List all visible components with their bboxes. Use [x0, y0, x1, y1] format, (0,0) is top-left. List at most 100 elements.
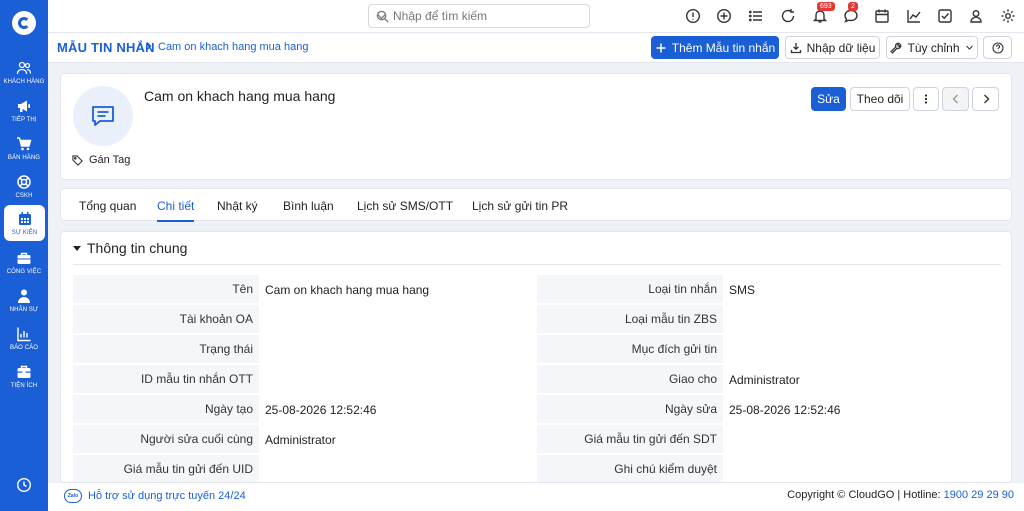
- chevron-left-icon: [952, 94, 958, 104]
- analytics-button[interactable]: [906, 8, 922, 24]
- refresh-button[interactable]: [780, 8, 796, 24]
- sidebar-item-label: CSKH: [15, 192, 33, 199]
- field-value[interactable]: [729, 425, 1001, 453]
- field-value[interactable]: [265, 365, 537, 393]
- question-circle-icon: [991, 41, 1004, 54]
- sidebar-item-support[interactable]: CSKH: [0, 168, 48, 204]
- field-value[interactable]: [729, 335, 1001, 363]
- message-template-icon: [92, 106, 114, 126]
- sidebar-item-sales[interactable]: BÁN HÀNG: [0, 130, 48, 166]
- check-square-icon: [938, 9, 952, 23]
- field-label: Tên: [73, 275, 259, 303]
- notification-count-badge: 693: [817, 2, 835, 11]
- assign-tag-label: Gán Tag: [89, 154, 131, 166]
- follow-button[interactable]: Theo dõi: [850, 87, 910, 111]
- sidebar-item-customers[interactable]: KHÁCH HÀNG: [0, 54, 48, 90]
- field-label: ID mẫu tin nhắn OTT: [73, 365, 259, 393]
- sidebar-item-events[interactable]: SỰ KIỆN: [4, 205, 45, 241]
- online-support-link[interactable]: Zalo Hỗ trợ sử dụng trực tuyến 24/24: [64, 489, 246, 503]
- import-data-label: Nhập dữ liệu: [806, 40, 876, 55]
- calendar-outline-icon: [875, 9, 889, 23]
- field-label: Ghi chú kiểm duyệt: [537, 455, 723, 482]
- section-header[interactable]: Thông tin chung: [73, 240, 187, 256]
- field-label: Người sửa cuối cùng: [73, 425, 259, 453]
- tab-details[interactable]: Chi tiết: [157, 189, 195, 222]
- breadcrumb-record[interactable]: Cam on khach hang mua hang: [158, 41, 308, 53]
- user-icon: [970, 10, 982, 23]
- field-value[interactable]: 25-08-2026 12:52:46: [265, 395, 537, 423]
- history-clock-icon[interactable]: [16, 477, 32, 493]
- footer: Zalo Hỗ trợ sử dụng trực tuyến 24/24 Cop…: [48, 483, 1024, 511]
- line-chart-icon: [907, 10, 921, 23]
- sidebar-item-label: BÁN HÀNG: [7, 154, 41, 161]
- field-value[interactable]: [265, 305, 537, 333]
- megaphone-icon: [18, 100, 30, 112]
- messages-button[interactable]: 2: [843, 2, 859, 24]
- help-button[interactable]: [983, 36, 1012, 59]
- search-input[interactable]: [393, 8, 563, 24]
- tag-icon: [72, 154, 83, 166]
- sidebar-item-reports[interactable]: BÁO CÁO: [0, 320, 48, 356]
- sidebar-item-hr[interactable]: NHÂN SỰ: [0, 282, 48, 318]
- sidebar-item-label: SỰ KIỆN: [11, 229, 38, 236]
- sidebar-item-utilities[interactable]: TIỆN ÍCH: [0, 358, 48, 394]
- assign-tag[interactable]: Gán Tag: [72, 154, 130, 166]
- list-button[interactable]: [748, 8, 764, 24]
- info-button[interactable]: [685, 8, 701, 24]
- tasks-button[interactable]: [937, 8, 953, 24]
- tab-pr-history[interactable]: Lịch sử gửi tin PR: [472, 189, 568, 222]
- field-value[interactable]: Cam on khach hang mua hang: [265, 275, 537, 303]
- more-actions-button[interactable]: [913, 87, 939, 111]
- chevron-down-icon[interactable]: [376, 11, 387, 22]
- gear-icon: [1001, 9, 1015, 23]
- tab-comments[interactable]: Bình luận: [283, 189, 334, 222]
- sidebar-item-label: CÔNG VIỆC: [6, 268, 42, 275]
- field-label: Loại mẫu tin ZBS: [537, 305, 723, 333]
- add-template-button[interactable]: Thêm Mẫu tin nhắn: [651, 36, 779, 59]
- calendar-button[interactable]: [874, 8, 890, 24]
- next-record-button[interactable]: [972, 87, 999, 111]
- user-profile-button[interactable]: [968, 8, 984, 24]
- field-value[interactable]: [265, 335, 537, 363]
- zalo-icon: Zalo: [64, 489, 82, 503]
- cart-icon: [17, 136, 32, 150]
- sidebar-item-tasks[interactable]: CÔNG VIỆC: [0, 244, 48, 280]
- sidebar-item-marketing[interactable]: TIẾP THỊ: [0, 92, 48, 128]
- previous-record-button[interactable]: [942, 87, 969, 111]
- tab-overview[interactable]: Tổng quan: [79, 189, 136, 222]
- field-value[interactable]: [729, 305, 1001, 333]
- import-data-button[interactable]: Nhập dữ liệu: [785, 36, 880, 59]
- list-icon: [748, 10, 762, 22]
- field-value[interactable]: Administrator: [265, 425, 537, 453]
- toolbox-icon: [17, 365, 31, 378]
- edit-button[interactable]: Sửa: [811, 87, 846, 111]
- notifications-button[interactable]: 693: [812, 2, 835, 24]
- record-header-card: Cam on khach hang mua hang Gán Tag Sửa T…: [60, 73, 1012, 180]
- more-vertical-icon: [924, 94, 928, 104]
- customize-label: Tùy chỉnh: [907, 40, 960, 55]
- copyright: Copyright © CloudGO | Hotline: 1900 29 2…: [787, 489, 1014, 501]
- field-value[interactable]: 25-08-2026 12:52:46: [729, 395, 1001, 423]
- report-icon: [17, 327, 31, 341]
- refresh-icon: [781, 9, 795, 23]
- field-value[interactable]: SMS: [729, 275, 1001, 303]
- hotline-number[interactable]: 1900 29 29 90: [944, 489, 1014, 501]
- section-divider: [73, 264, 1001, 265]
- section-title: Thông tin chung: [87, 240, 188, 256]
- sidebar: KHÁCH HÀNG TIẾP THỊ BÁN HÀNG CSKH SỰ KIỆ…: [0, 0, 48, 511]
- online-support-label: Hỗ trợ sử dụng trực tuyến 24/24: [88, 490, 246, 502]
- global-search[interactable]: [368, 4, 590, 28]
- settings-button[interactable]: [1000, 8, 1016, 24]
- cloudgo-logo-icon[interactable]: [12, 11, 36, 35]
- breadcrumb-module[interactable]: MẪU TIN NHẮN: [57, 40, 155, 55]
- field-label: Giá mẫu tin gửi đến SDT: [537, 425, 723, 453]
- field-value[interactable]: [729, 455, 1001, 482]
- quick-add-button[interactable]: [716, 8, 732, 24]
- tab-log[interactable]: Nhật ký: [217, 189, 258, 222]
- tab-sms-ott-history[interactable]: Lịch sử SMS/OTT: [357, 189, 453, 222]
- copyright-text: Copyright © CloudGO | Hotline:: [787, 489, 944, 501]
- field-value[interactable]: Administrator: [729, 365, 1001, 393]
- plus-icon: [656, 43, 666, 52]
- customize-button[interactable]: Tùy chỉnh: [886, 36, 978, 59]
- field-value[interactable]: [265, 455, 537, 482]
